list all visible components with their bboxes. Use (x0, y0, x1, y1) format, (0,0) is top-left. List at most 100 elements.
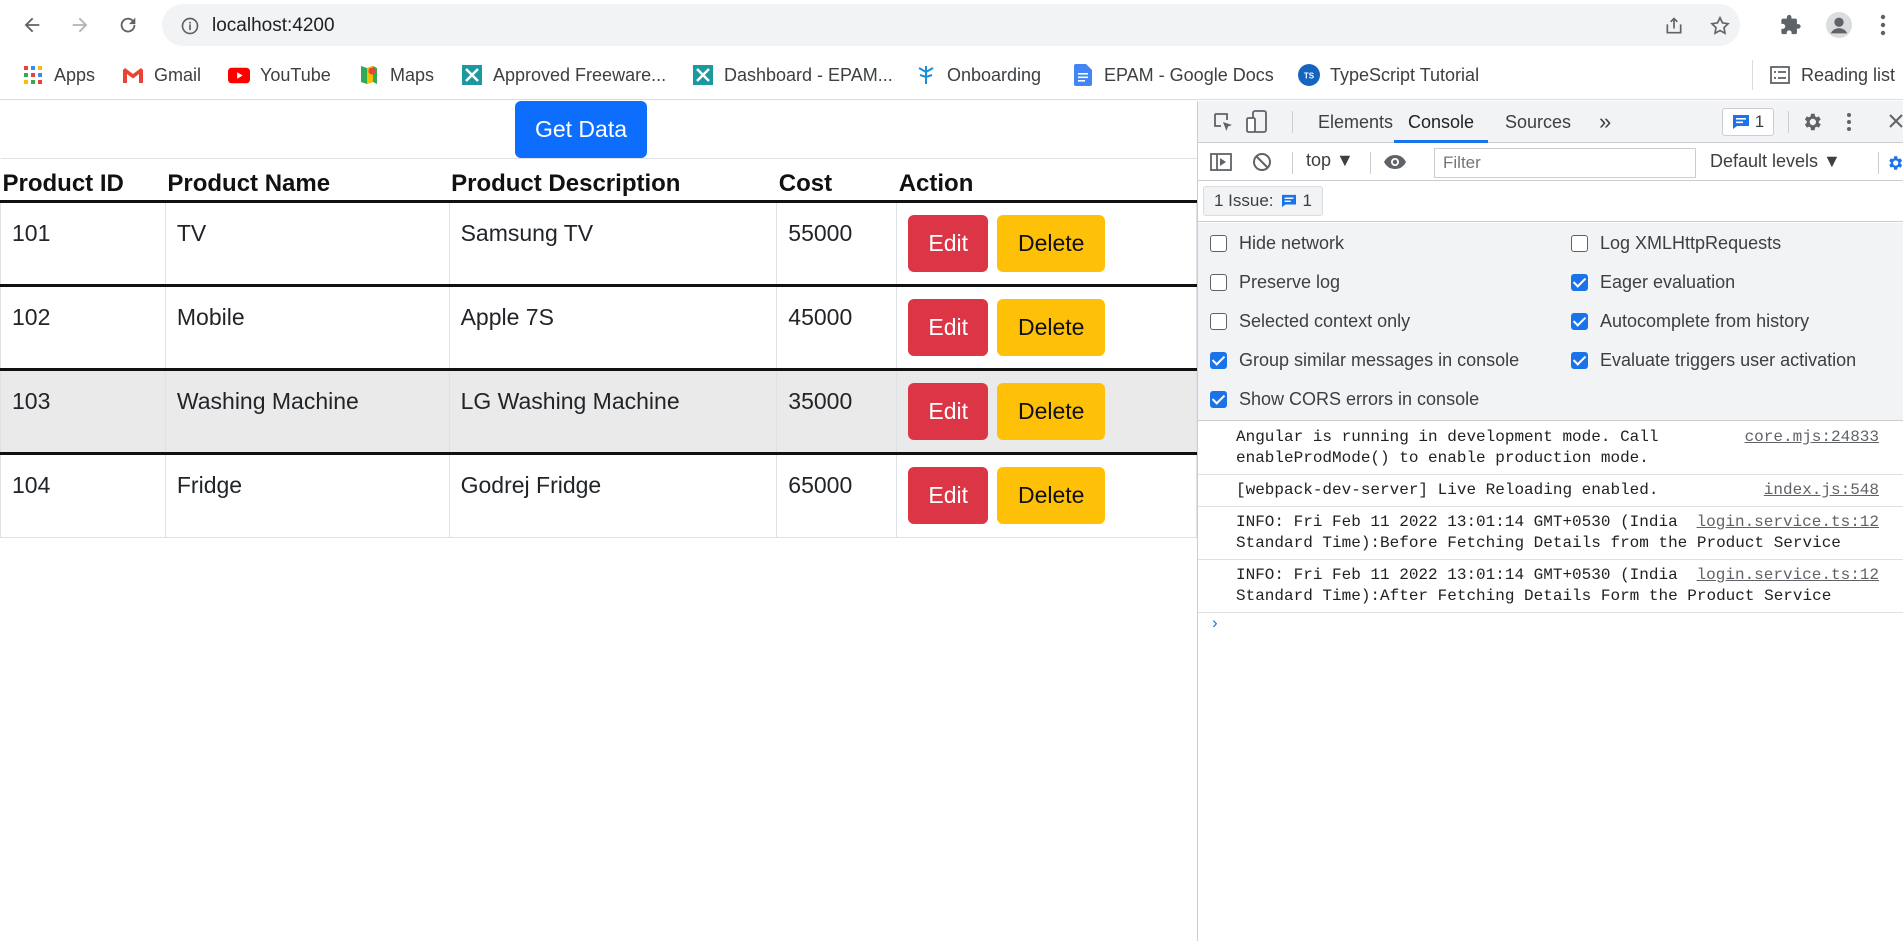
setting-evaluate-triggers[interactable]: Evaluate triggers user activation (1571, 349, 1856, 371)
edit-button[interactable]: Edit (908, 215, 989, 272)
product-cost: 65000 (776, 453, 898, 538)
edit-button[interactable]: Edit (908, 383, 989, 440)
bookmark-label: Approved Freeware... (493, 64, 667, 85)
toolbar-divider (1370, 152, 1371, 174)
console-prompt-row[interactable]: › (1198, 613, 1903, 641)
show-sidebar-icon[interactable] (1210, 153, 1232, 176)
bookmark-onboarding[interactable]: Onboarding (915, 60, 1041, 90)
gmail-icon (122, 64, 144, 86)
onboarding-icon (915, 64, 937, 86)
delete-button[interactable]: Delete (997, 383, 1106, 440)
action-cell: Edit Delete (896, 453, 1197, 538)
devtools-menu-icon[interactable] (1846, 112, 1852, 137)
console-message: login.service.ts:12 INFO: Fri Feb 11 202… (1198, 507, 1903, 560)
setting-label: Evaluate triggers user activation (1600, 349, 1857, 370)
table-row: 103 Washing Machine LG Washing Machine 3… (0, 369, 1197, 455)
settings-gear-icon[interactable] (1801, 111, 1823, 138)
forward-arrow-icon (72, 17, 88, 33)
setting-label: Eager evaluation (1600, 271, 1736, 292)
checkbox[interactable] (1571, 312, 1588, 330)
checkbox[interactable] (1571, 351, 1588, 369)
get-data-button[interactable]: Get Data (515, 101, 647, 158)
column-header: Product ID (0, 158, 166, 203)
context-selector[interactable]: top ▼ (1306, 150, 1354, 171)
console-settings-gear-icon[interactable] (1886, 153, 1903, 178)
message-source-link[interactable]: index.js:548 (1764, 480, 1879, 501)
checkbox[interactable] (1210, 312, 1227, 330)
toolbar-divider (1878, 152, 1879, 174)
message-source-link[interactable]: login.service.ts:12 (1697, 512, 1879, 533)
console-filter-input[interactable] (1434, 148, 1696, 178)
checkbox[interactable] (1571, 273, 1588, 291)
message-source-link[interactable]: core.mjs:24833 (1745, 427, 1879, 448)
inspect-element-icon[interactable] (1212, 111, 1234, 138)
product-description: Apple 7S (448, 285, 778, 371)
reading-list-icon (1769, 64, 1791, 86)
bookmark-apps[interactable]: Apps (22, 60, 95, 90)
message-source-link[interactable]: login.service.ts:12 (1697, 565, 1879, 586)
product-description: Samsung TV (448, 201, 778, 287)
more-tabs-button[interactable]: » (1585, 101, 1625, 143)
product-cost: 55000 (776, 201, 898, 287)
bookmark-maps[interactable]: Maps (358, 60, 434, 90)
product-name: TV (164, 201, 450, 287)
issues-counter-button[interactable]: 1 (1722, 108, 1774, 136)
clear-console-icon[interactable] (1252, 152, 1272, 177)
action-cell: Edit Delete (896, 285, 1197, 371)
checkbox[interactable] (1210, 273, 1227, 291)
bookmark-epam-google-docs[interactable]: EPAM - Google Docs (1072, 60, 1274, 90)
checkbox[interactable] (1210, 351, 1227, 369)
bookmark-youtube[interactable]: YouTube (228, 60, 331, 90)
checkbox[interactable] (1210, 390, 1227, 408)
live-expression-eye-icon[interactable] (1383, 154, 1407, 175)
setting-show-cors-errors[interactable]: Show CORS errors in console (1210, 388, 1479, 410)
checkbox[interactable] (1571, 234, 1588, 252)
setting-preserve-log[interactable]: Preserve log (1210, 271, 1340, 293)
address-bar[interactable]: localhost:4200 (162, 4, 1740, 46)
extensions-puzzle-icon[interactable] (1778, 12, 1804, 38)
app-page: Get Data Product ID Product Name Product… (0, 101, 1197, 941)
apps-grid-icon (22, 64, 44, 86)
toolbar-divider (1292, 152, 1293, 174)
tab-elements[interactable]: Elements (1304, 101, 1407, 143)
reload-button[interactable] (110, 7, 146, 43)
setting-eager-evaluation[interactable]: Eager evaluation (1571, 271, 1735, 293)
message-text: Angular is running in development mode. … (1236, 428, 1659, 467)
log-levels-dropdown[interactable]: Default levels ▼ (1710, 151, 1841, 172)
setting-hide-network[interactable]: Hide network (1210, 232, 1344, 254)
bookmark-dashboard-epam[interactable]: Dashboard - EPAM... (692, 60, 893, 90)
product-name: Mobile (164, 285, 450, 371)
checkbox[interactable] (1210, 234, 1227, 252)
device-toolbar-icon[interactable] (1246, 110, 1268, 139)
bookmark-gmail[interactable]: Gmail (122, 60, 201, 90)
delete-button[interactable]: Delete (997, 299, 1106, 356)
issues-link[interactable]: 1 Issue: 1 (1203, 186, 1324, 216)
bookmark-star-icon[interactable] (1708, 14, 1732, 38)
edit-button[interactable]: Edit (908, 467, 989, 524)
setting-group-similar[interactable]: Group similar messages in console (1210, 349, 1519, 371)
browser-menu-icon[interactable] (1870, 12, 1896, 38)
issues-bar: 1 Issue: 1 (1198, 182, 1903, 222)
tab-sources[interactable]: Sources (1491, 101, 1585, 143)
setting-selected-context-only[interactable]: Selected context only (1210, 310, 1410, 332)
share-icon[interactable] (1662, 14, 1686, 38)
setting-label: Group similar messages in console (1239, 349, 1520, 370)
bookmark-typescript-tutorial[interactable]: TS TypeScript Tutorial (1298, 60, 1479, 90)
google-docs-icon (1072, 64, 1094, 86)
forward-button[interactable] (62, 7, 98, 43)
close-devtools-icon[interactable] (1888, 113, 1903, 134)
console-message: index.js:548 [webpack-dev-server] Live R… (1198, 475, 1903, 507)
site-info-icon[interactable] (180, 16, 200, 41)
issues-count: 1 (1754, 112, 1765, 131)
back-button[interactable] (14, 7, 50, 43)
setting-log-xmlhttprequests[interactable]: Log XMLHttpRequests (1571, 232, 1781, 254)
bookmark-approved-freeware[interactable]: Approved Freeware... (461, 60, 666, 90)
column-header: Product Name (165, 158, 450, 203)
reading-list[interactable]: Reading list (1752, 60, 1895, 90)
setting-autocomplete-history[interactable]: Autocomplete from history (1571, 310, 1809, 332)
delete-button[interactable]: Delete (997, 467, 1106, 524)
delete-button[interactable]: Delete (997, 215, 1106, 272)
tab-console[interactable]: Console (1394, 101, 1489, 143)
profile-avatar-icon[interactable] (1826, 12, 1852, 38)
edit-button[interactable]: Edit (908, 299, 989, 356)
